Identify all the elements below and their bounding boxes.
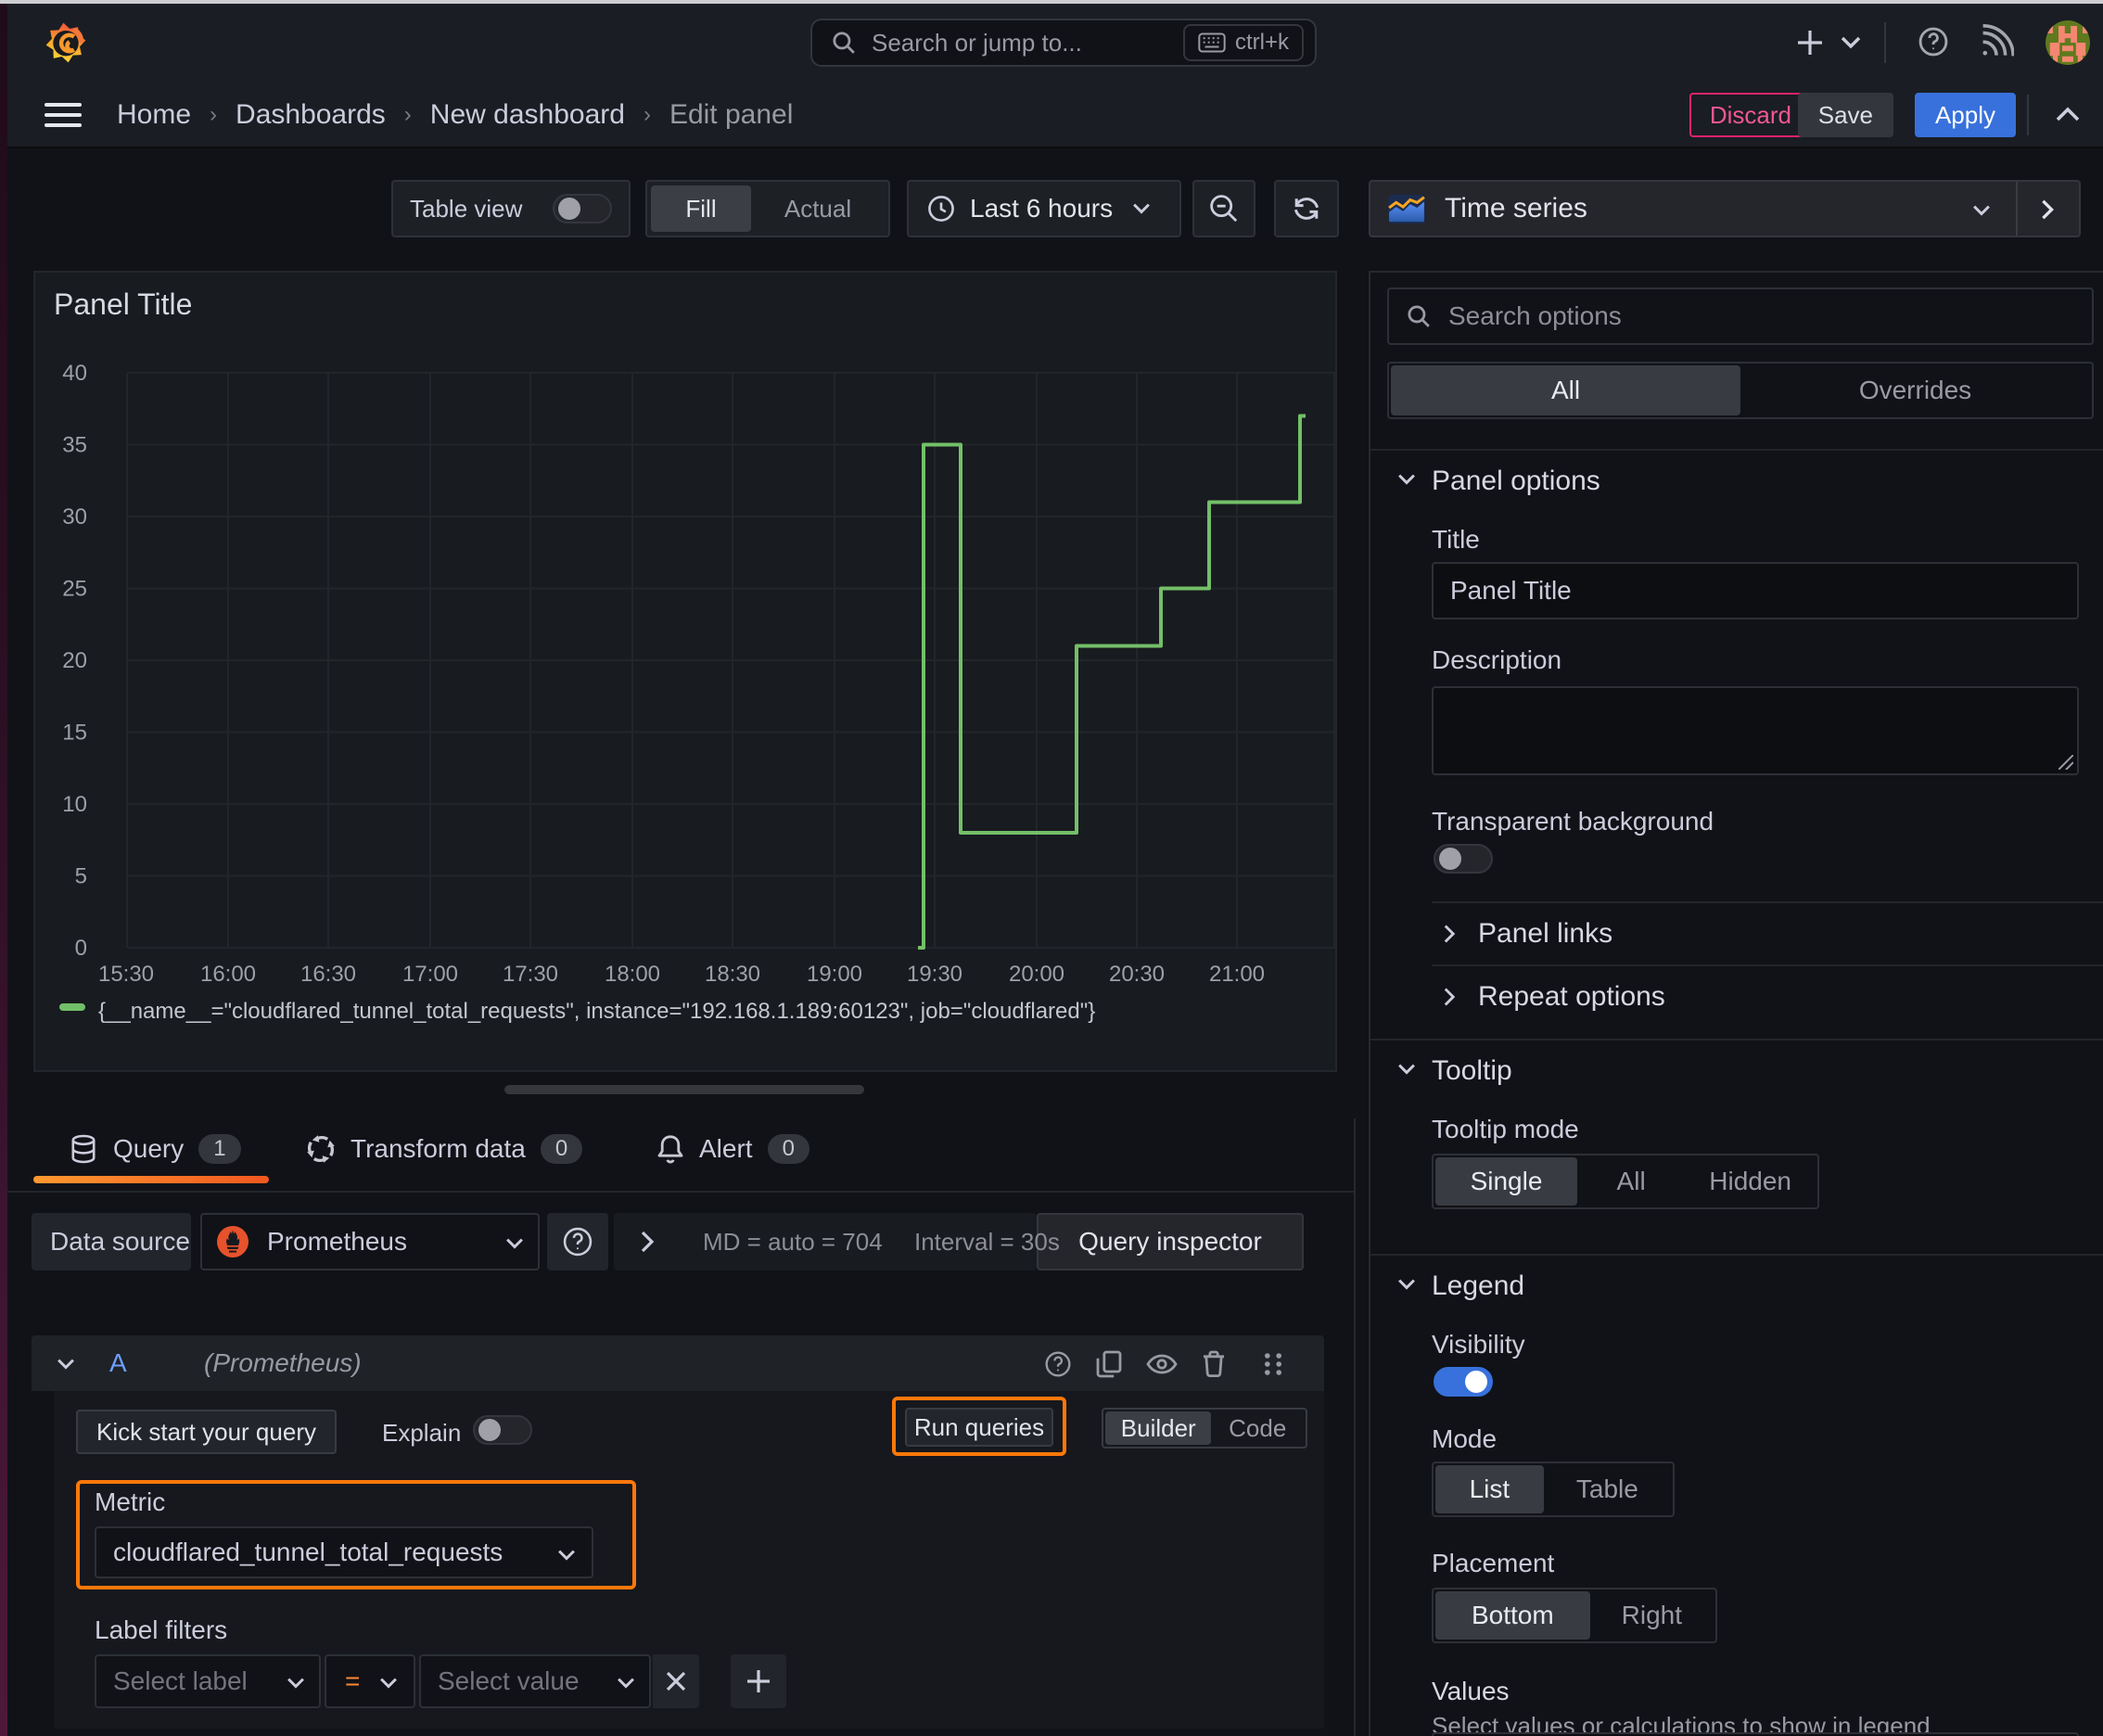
svg-text:15: 15 [62,721,87,746]
svg-text:0: 0 [75,936,87,961]
svg-text:25: 25 [62,577,87,602]
svg-text:21:00: 21:00 [1209,962,1265,987]
svg-text:20:00: 20:00 [1009,962,1064,987]
svg-text:16:30: 16:30 [300,962,356,987]
svg-text:18:30: 18:30 [705,962,760,987]
svg-text:30: 30 [62,504,87,530]
svg-text:18:00: 18:00 [605,962,660,987]
svg-text:20:30: 20:30 [1109,962,1165,987]
svg-text:10: 10 [62,792,87,817]
svg-text:19:00: 19:00 [807,962,862,987]
svg-text:{__name__="cloudflared_tunnel_: {__name__="cloudflared_tunnel_total_requ… [98,999,1095,1024]
svg-text:20: 20 [62,648,87,673]
svg-text:5: 5 [75,864,87,889]
svg-text:17:30: 17:30 [503,962,558,987]
svg-text:15:30: 15:30 [98,962,154,987]
svg-text:19:30: 19:30 [907,962,962,987]
svg-text:17:00: 17:00 [402,962,458,987]
svg-text:35: 35 [62,433,87,458]
svg-text:16:00: 16:00 [200,962,256,987]
svg-text:40: 40 [62,361,87,386]
